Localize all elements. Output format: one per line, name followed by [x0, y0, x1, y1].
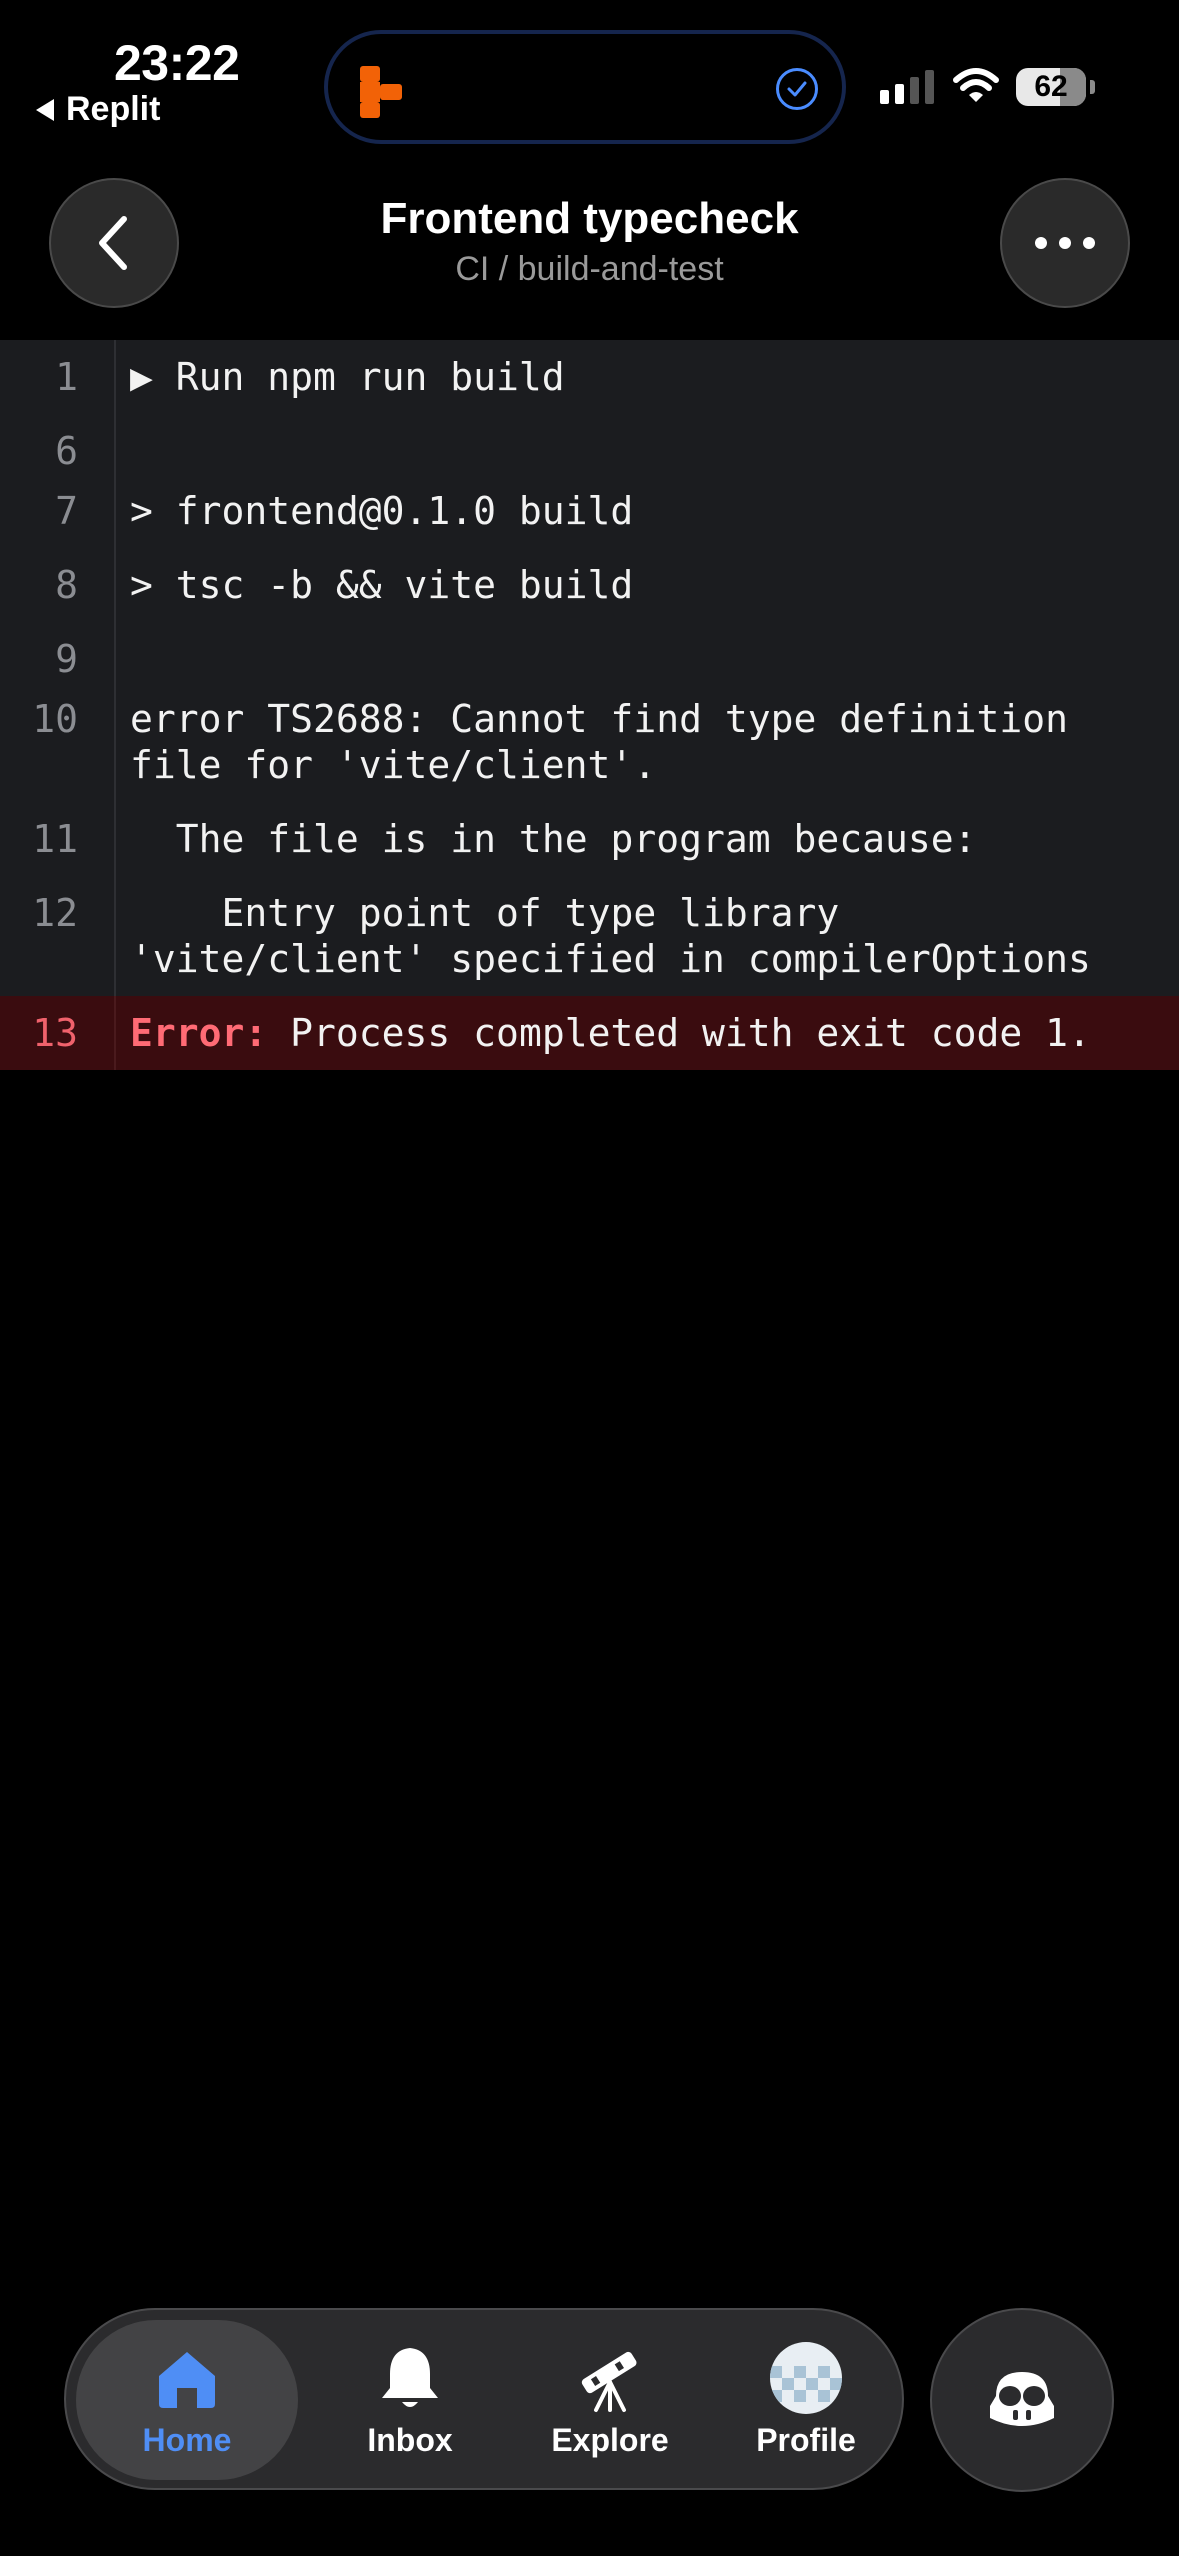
bell-icon — [382, 2347, 438, 2407]
ellipsis-icon — [1035, 237, 1095, 249]
log-line: 11 The file is in the program because: — [0, 802, 1179, 876]
line-number: 13 — [0, 996, 116, 1070]
status-time: 23:22 — [114, 35, 240, 91]
battery-indicator: 62 — [1016, 68, 1086, 106]
tab-inbox[interactable]: Inbox — [310, 2320, 510, 2480]
line-number: 9 — [0, 622, 116, 682]
line-text: Entry point of type library 'vite/client… — [130, 891, 1091, 981]
log-error-line: 13 Error: Process completed with exit co… — [0, 996, 1179, 1070]
line-text — [116, 414, 1179, 474]
check-circle-icon — [776, 68, 818, 110]
log-viewer[interactable]: 1 ▶ Run npm run build 6 7 > frontend@0.1… — [0, 340, 1179, 1070]
dynamic-island[interactable] — [324, 30, 846, 144]
log-line: 10 error TS2688: Cannot find type defini… — [0, 682, 1179, 802]
line-text: Error: Process completed with exit code … — [116, 996, 1179, 1070]
line-text: > frontend@0.1.0 build — [130, 489, 634, 533]
line-number: 7 — [0, 474, 116, 548]
tab-explore[interactable]: Explore — [510, 2320, 710, 2480]
log-line: 7 > frontend@0.1.0 build — [0, 474, 1179, 548]
back-triangle-icon — [36, 98, 54, 121]
tab-home[interactable]: Home — [76, 2320, 298, 2480]
replit-logo-icon — [360, 66, 402, 118]
copilot-agent-button[interactable] — [930, 2308, 1114, 2492]
log-line: 6 — [0, 414, 1179, 474]
log-line[interactable]: 1 ▶ Run npm run build — [0, 340, 1179, 414]
home-icon — [159, 2351, 215, 2408]
tab-bar: Home Inbox Explore Profile — [64, 2308, 904, 2490]
line-number: 10 — [0, 682, 116, 802]
line-text — [116, 622, 1179, 682]
telescope-icon — [581, 2351, 637, 2412]
copilot-icon — [990, 2372, 1054, 2426]
tab-label: Home — [142, 2421, 232, 2458]
line-number: 11 — [0, 802, 116, 876]
avatar — [770, 2341, 842, 2414]
tab-profile[interactable]: Profile — [706, 2320, 906, 2480]
battery-tip — [1090, 80, 1095, 94]
battery-level: 62 — [1034, 70, 1068, 103]
back-app-label: Replit — [66, 90, 161, 128]
log-line: 12 Entry point of type library 'vite/cli… — [0, 876, 1179, 996]
line-number: 6 — [0, 414, 116, 474]
line-text: ▶ Run npm run build — [130, 355, 565, 399]
tab-label: Explore — [551, 2421, 669, 2458]
tab-label: Profile — [756, 2421, 856, 2458]
log-line: 9 — [0, 622, 1179, 682]
log-line: 8 > tsc -b && vite build — [0, 548, 1179, 622]
line-text: error TS2688: Cannot find type definitio… — [130, 697, 1091, 787]
back-to-app[interactable]: Replit — [36, 90, 160, 129]
error-prefix: Error: — [130, 1011, 268, 1055]
line-number: 8 — [0, 548, 116, 622]
error-message: Process completed with exit code 1. — [267, 1011, 1091, 1055]
tab-label: Inbox — [367, 2421, 453, 2458]
line-number: 12 — [0, 876, 116, 996]
line-number: 1 — [0, 340, 116, 414]
line-text: > tsc -b && vite build — [130, 563, 634, 607]
more-options-button[interactable] — [1000, 178, 1130, 308]
cellular-signal-icon — [880, 70, 934, 104]
line-text: The file is in the program because: — [130, 817, 977, 861]
wifi-icon — [953, 68, 999, 102]
